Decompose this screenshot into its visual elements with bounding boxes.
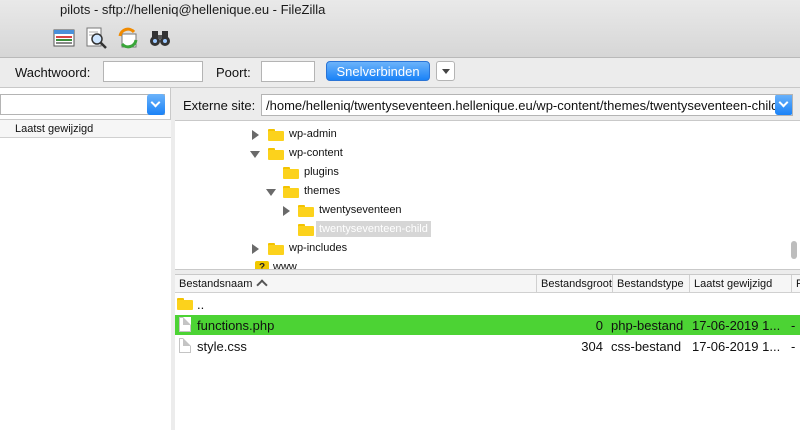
password-label: Wachtwoord: xyxy=(15,65,91,80)
folder-icon xyxy=(268,129,284,141)
file-modified: 17-06-2019 1... xyxy=(692,318,781,333)
quickconnect-button[interactable]: Snelverbinden xyxy=(326,61,430,81)
tree-item-label: wp-admin xyxy=(289,128,337,140)
column-header-rights[interactable]: R xyxy=(792,275,800,293)
local-list-body[interactable] xyxy=(0,138,171,430)
file-icon xyxy=(179,317,191,332)
tree-item-label: plugins xyxy=(304,166,339,178)
tree-item-label: wp-content xyxy=(289,147,343,159)
window-title: pilots - sftp://helleniq@hellenique.eu -… xyxy=(60,2,326,17)
refresh-sync-icon[interactable] xyxy=(116,26,140,50)
local-list-header: Laatst gewijzigd xyxy=(0,120,171,138)
folder-icon xyxy=(298,224,314,236)
remote-list-header: Bestandsnaam Bestandsgrootte Bestandstyp… xyxy=(175,275,800,293)
remote-path-text: /home/helleniq/twentyseventeen.helleniqu… xyxy=(266,98,779,113)
local-path-combobox[interactable] xyxy=(0,94,165,115)
column-header-size[interactable]: Bestandsgrootte xyxy=(537,275,613,293)
unknown-item-icon: ? xyxy=(255,261,269,269)
file-name: .. xyxy=(197,297,205,312)
folder-icon xyxy=(283,186,299,198)
tree-item-label: themes xyxy=(304,185,341,197)
expand-arrow-icon[interactable] xyxy=(250,244,259,254)
site-manager-icon[interactable] xyxy=(52,26,76,50)
quickconnect-history-dropdown[interactable] xyxy=(436,61,455,81)
title-bar: pilots - sftp://helleniq@hellenique.eu -… xyxy=(0,0,800,58)
tree-item-label: twentyseventeen xyxy=(319,204,402,216)
file-rights: - xyxy=(791,339,796,354)
column-header-label: Bestandsnaam xyxy=(179,278,253,290)
expand-arrow-icon[interactable] xyxy=(281,206,290,216)
remote-directory-tree[interactable]: wp-admin wp-content plugins themes twent… xyxy=(175,120,800,270)
chevron-down-icon[interactable] xyxy=(775,95,792,115)
chevron-down-icon[interactable] xyxy=(147,94,165,115)
local-file-list[interactable]: Laatst gewijzigd xyxy=(0,119,171,430)
file-type: php-bestand xyxy=(611,318,684,333)
tree-item-www[interactable]: ? www xyxy=(255,259,455,270)
local-pane: Laatst gewijzigd xyxy=(0,88,171,430)
collapse-arrow-icon[interactable] xyxy=(266,187,276,197)
folder-icon xyxy=(283,167,299,179)
file-row-style-css[interactable]: style.css 304 css-bestand 17-06-2019 1..… xyxy=(175,336,800,356)
folder-icon xyxy=(268,148,284,160)
file-row-functions-php[interactable]: functions.php 0 php-bestand 17-06-2019 1… xyxy=(175,315,800,335)
quickconnect-bar: Wachtwoord: Poort: Snelverbinden xyxy=(0,58,800,88)
remote-site-bar: Externe site: /home/helleniq/twentyseven… xyxy=(175,88,800,120)
folder-icon xyxy=(268,243,284,255)
binoculars-icon[interactable] xyxy=(148,26,172,50)
file-name: style.css xyxy=(197,339,247,354)
tree-item-twentyseventeen-child[interactable]: twentyseventeen-child xyxy=(298,221,498,239)
file-size: 304 xyxy=(581,339,603,354)
search-icon[interactable] xyxy=(84,26,108,50)
remote-file-list[interactable]: Bestandsnaam Bestandsgrootte Bestandstyp… xyxy=(175,274,800,430)
folder-icon xyxy=(177,298,193,310)
tree-item-label: wp-includes xyxy=(289,242,348,254)
column-header-type[interactable]: Bestandstype xyxy=(613,275,690,293)
file-type: css-bestand xyxy=(611,339,682,354)
column-header-modified[interactable]: Laatst gewijzigd xyxy=(15,123,93,135)
expand-arrow-icon[interactable] xyxy=(250,130,259,140)
file-size: 0 xyxy=(595,318,603,333)
tree-scrollbar-thumb[interactable] xyxy=(791,241,797,259)
file-rights: - xyxy=(791,318,796,333)
tree-item-label: www xyxy=(273,261,297,270)
tree-item-wp-includes[interactable]: wp-includes xyxy=(250,240,450,258)
file-modified: 17-06-2019 1... xyxy=(692,339,781,354)
tree-item-wp-content[interactable]: wp-content xyxy=(250,145,450,163)
tree-item-wp-admin[interactable]: wp-admin xyxy=(250,126,450,144)
folder-icon xyxy=(298,205,314,217)
tree-item-themes[interactable]: themes xyxy=(266,183,466,201)
sort-ascending-icon xyxy=(256,279,269,291)
remote-site-label: Externe site: xyxy=(183,98,256,113)
column-header-filename[interactable]: Bestandsnaam xyxy=(175,275,537,293)
remote-path-combobox[interactable]: /home/helleniq/twentyseventeen.helleniqu… xyxy=(261,94,793,116)
file-icon xyxy=(179,338,191,353)
collapse-arrow-icon[interactable] xyxy=(250,149,260,159)
file-row-parent[interactable]: .. xyxy=(175,294,800,314)
port-input[interactable] xyxy=(261,61,315,82)
column-header-modified[interactable]: Laatst gewijzigd xyxy=(690,275,792,293)
tree-item-plugins[interactable]: plugins xyxy=(283,164,483,182)
tree-item-twentyseventeen[interactable]: twentyseventeen xyxy=(281,202,481,220)
password-input[interactable] xyxy=(103,61,203,82)
file-name: functions.php xyxy=(197,318,275,333)
port-label: Poort: xyxy=(216,65,251,80)
tree-item-label: twentyseventeen-child xyxy=(316,221,431,237)
